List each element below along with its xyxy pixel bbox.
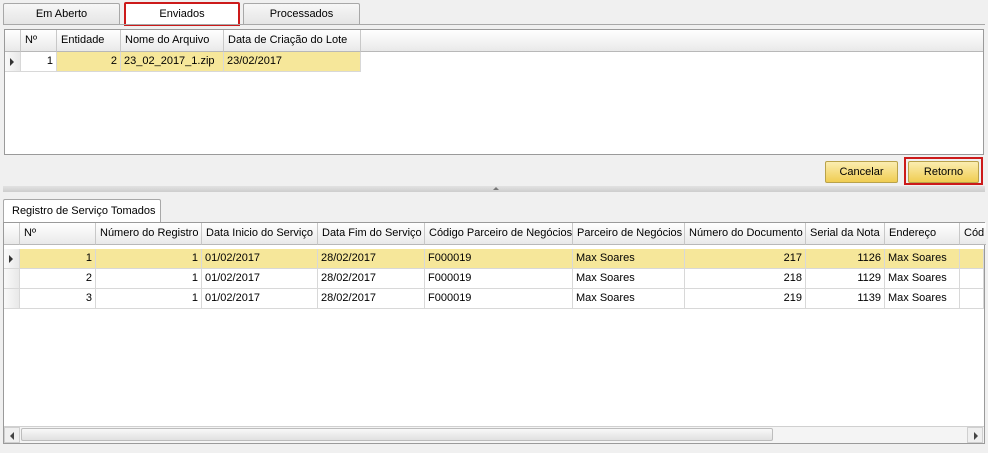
cell[interactable]: 28/02/2017 [318,269,425,289]
column-header[interactable]: Número do Documento [685,223,806,245]
tab-label: Em Aberto [35,8,88,20]
tab-em-aberto[interactable]: Em Aberto [3,3,120,25]
cell[interactable] [960,249,984,269]
cell[interactable]: 1 [96,249,202,269]
row-indicator [5,52,21,72]
arrow-right-icon [974,432,978,440]
cell[interactable]: 3 [20,289,96,309]
grid-corner [4,223,20,245]
column-header[interactable]: Data de Criação do Lote [224,30,361,52]
column-header[interactable]: Nº [20,223,96,245]
cell[interactable]: 1 [21,52,57,72]
row-indicator [4,289,20,309]
cell[interactable]: 28/02/2017 [318,249,425,269]
cell[interactable]: 23_02_2017_1.zip [121,52,224,72]
cell[interactable]: 1129 [806,269,885,289]
cell[interactable]: 218 [685,269,806,289]
cell[interactable]: 01/02/2017 [202,269,318,289]
column-header[interactable]: Data Inicio do Serviço [202,223,318,245]
tab-label: Enviados [159,8,205,20]
column-header[interactable]: Parceiro de Negócios [573,223,685,245]
cancel-button[interactable]: Cancelar [825,161,898,183]
cell[interactable]: F000019 [425,249,573,269]
cell[interactable]: 2 [20,269,96,289]
column-header[interactable]: Entidade [57,30,121,52]
tab-strip-line [3,24,985,25]
return-button[interactable]: Retorno [908,161,979,183]
cell[interactable]: 2 [57,52,121,72]
cell[interactable] [960,269,984,289]
tab-label: Processados [269,8,334,20]
horizontal-scrollbar[interactable] [4,426,984,443]
scroll-right-button[interactable] [967,427,983,443]
cell[interactable]: Max Soares [573,249,685,269]
grid-corner [5,30,21,52]
scroll-left-button[interactable] [4,427,20,443]
cell[interactable]: Max Soares [885,249,960,269]
cell[interactable]: 28/02/2017 [318,289,425,309]
tab-processados[interactable]: Processados [243,3,360,25]
cell[interactable]: Max Soares [885,269,960,289]
arrow-right-icon [9,255,13,263]
cell[interactable]: Max Soares [573,269,685,289]
cell[interactable]: 01/02/2017 [202,289,318,309]
cell[interactable]: 1 [96,269,202,289]
column-header[interactable]: Data Fim do Serviço [318,223,425,245]
cell[interactable]: Max Soares [573,289,685,309]
splitter[interactable] [3,186,985,192]
cell[interactable] [960,289,984,309]
tab-enviados[interactable]: Enviados [124,2,240,26]
cell[interactable]: 1 [20,249,96,269]
column-header[interactable]: Serial da Nota [806,223,885,245]
cell[interactable]: 01/02/2017 [202,249,318,269]
column-header[interactable]: Número do Registro [96,223,202,245]
cell[interactable]: 1139 [806,289,885,309]
column-header[interactable]: Nome do Arquivo [121,30,224,52]
cell[interactable]: F000019 [425,289,573,309]
cell[interactable]: 23/02/2017 [224,52,361,72]
lotes-grid[interactable]: Nº Entidade Nome do Arquivo Data de Cria… [4,29,984,155]
cell[interactable]: 1 [96,289,202,309]
tab-label: Registro de Serviço Tomados [12,205,156,217]
scroll-thumb[interactable] [21,428,773,441]
arrow-right-icon [10,58,14,66]
column-header[interactable]: Cód [960,223,986,245]
arrow-left-icon [10,432,14,440]
row-indicator [4,249,20,269]
tab-registro-servico[interactable]: Registro de Serviço Tomados [3,199,161,223]
grip-icon [493,187,499,190]
cell[interactable]: F000019 [425,269,573,289]
column-header[interactable]: Endereço [885,223,960,245]
column-header[interactable]: Código Parceiro de Negócios [425,223,573,245]
cell[interactable]: 217 [685,249,806,269]
cell[interactable]: Max Soares [885,289,960,309]
header-filler [361,30,983,52]
registros-grid[interactable]: Nº Número do Registro Data Inicio do Ser… [3,222,986,444]
cell[interactable]: 1126 [806,249,885,269]
column-header[interactable]: Nº [21,30,57,52]
cell[interactable]: 219 [685,289,806,309]
row-indicator [4,269,20,289]
